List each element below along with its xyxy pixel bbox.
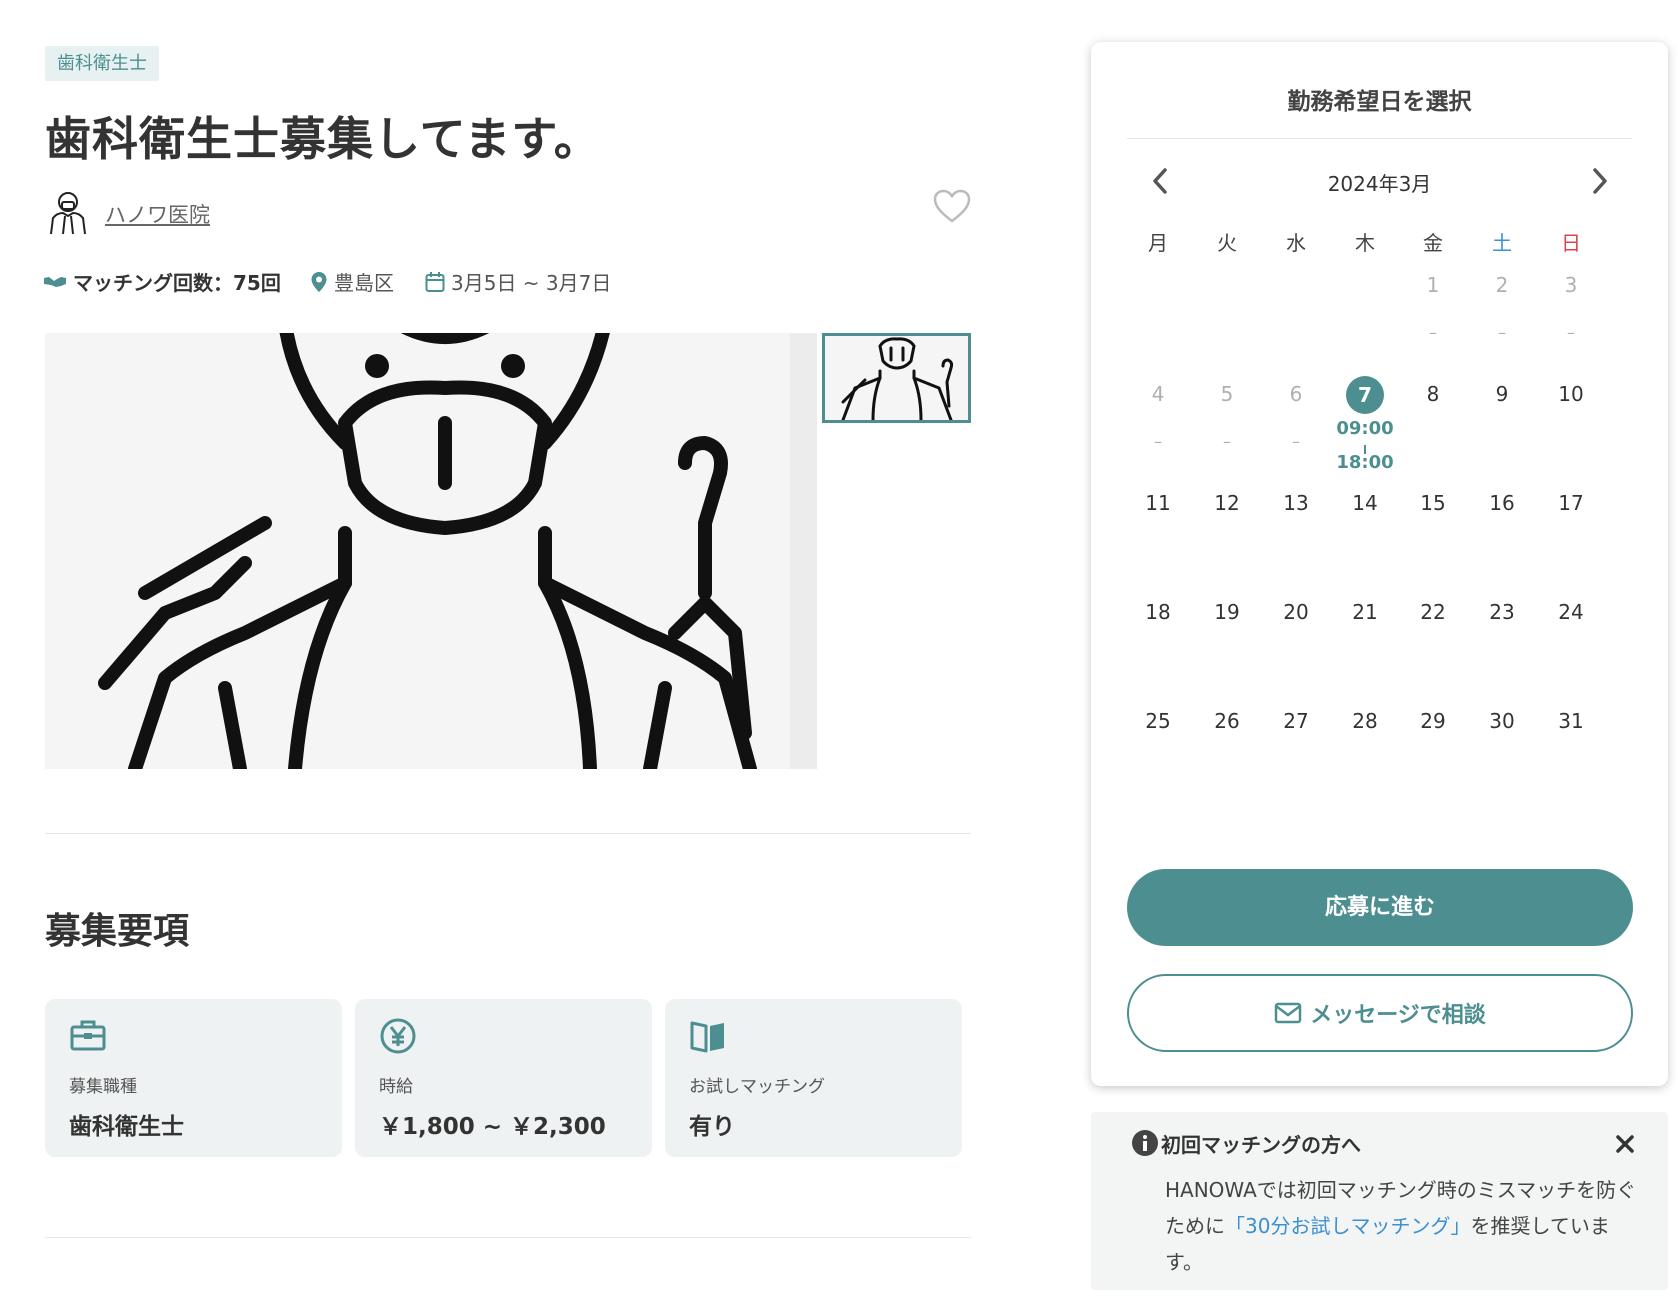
calendar-day[interactable]: 21 [1335,600,1395,624]
calendar-day[interactable]: 17 [1541,491,1601,515]
calendar-day-selected[interactable]: 7 [1346,376,1384,414]
calendar-day[interactable]: 30 [1472,709,1532,733]
apply-button[interactable]: 応募に進む [1127,869,1633,946]
selected-end-time: 18:00 [1336,452,1394,473]
weekday-2: 水 [1286,231,1306,255]
section-divider-bottom [45,1237,971,1238]
close-icon[interactable] [1613,1132,1637,1156]
calendar-icon [425,271,445,292]
card-value: 有り [689,1114,735,1140]
calendar-day[interactable]: 14 [1335,491,1395,515]
dental-hygienist-illustration [45,333,817,769]
location-pin-icon [311,271,327,292]
weekday-6: 日 [1561,231,1581,255]
calendar-day[interactable]: 16 [1472,491,1532,515]
clinic-avatar[interactable] [45,188,91,236]
clinic-name-link[interactable]: ハノワ医院 [105,199,210,229]
work-period: 3月5日 ~ 3月7日 [425,267,611,296]
unavailable-mark: – [1223,432,1231,451]
section-divider [45,833,971,834]
calendar-day[interactable]: 27 [1266,709,1326,733]
matching-count-text: マッチング回数：75回 [73,271,281,295]
calendar-day[interactable]: 25 [1128,709,1188,733]
mail-icon [1274,1002,1302,1024]
panel-divider [1127,138,1632,139]
notice-title: 初回マッチングの方へ [1161,1133,1361,1157]
requirement-card-trial: お試しマッチング 有り [665,999,962,1157]
calendar-day[interactable]: 26 [1197,709,1257,733]
book-icon [689,1017,727,1055]
page-title: 歯科衛生士募集してます。 [45,112,601,166]
location-text: 豊島区 [334,271,394,295]
requirement-card-wage: 時給 ￥1,800 ~ ￥2,300 [355,999,652,1157]
job-category-tag: 歯科衛生士 [45,46,159,81]
handshake-icon [44,276,66,287]
card-value: ￥1,800 ~ ￥2,300 [379,1114,606,1140]
card-label: 時給 [379,1077,413,1097]
calendar-day: 5 [1220,382,1234,406]
weekday-1: 火 [1217,231,1237,255]
calendar-day: 1 [1426,273,1440,297]
calendar-day: 6 [1289,382,1303,406]
thumbnail-illustration [825,336,968,420]
photo-thumbnail[interactable] [822,333,971,423]
weekday-4: 金 [1423,231,1443,255]
calendar-day[interactable]: 9 [1472,382,1532,406]
weekday-0: 月 [1148,231,1168,255]
unavailable-mark: – [1292,432,1300,451]
requirement-card-job-type: 募集職種 歯科衛生士 [45,999,342,1157]
card-label: お試しマッチング [689,1077,825,1097]
next-month-chevron-icon[interactable] [1587,166,1613,196]
message-consult-button[interactable]: メッセージで相談 [1127,974,1633,1052]
info-icon [1131,1129,1159,1157]
calendar-day[interactable]: 23 [1472,600,1532,624]
calendar-day: 2 [1495,273,1509,297]
calendar-day: 3 [1564,273,1578,297]
location: 豊島区 [310,267,394,296]
weekday-5: 土 [1492,231,1512,255]
notice-body: HANOWAでは初回マッチング時のミスマッチを防ぐために「30分お試しマッチング… [1165,1172,1640,1280]
calendar-day[interactable]: 22 [1403,600,1463,624]
briefcase-icon [69,1017,107,1055]
panel-title: 勤務希望日を選択 [1287,89,1472,115]
calendar-day[interactable]: 28 [1335,709,1395,733]
calendar-day[interactable]: 11 [1128,491,1188,515]
main-photo[interactable] [45,333,817,769]
calendar-day[interactable]: 8 [1403,382,1463,406]
calendar-month: 2024年3月 [1327,172,1432,196]
calendar-day[interactable]: 12 [1197,491,1257,515]
calendar-day[interactable]: 20 [1266,600,1326,624]
date-selection-panel: 勤務希望日を選択 2024年3月 月 火 水 木 金 土 日 1 – 2 – 3 – 4 – 5 – 6 – 7 09… [1091,42,1668,1086]
unavailable-mark: – [1154,432,1162,451]
first-matching-notice: 初回マッチングの方へ HANOWAでは初回マッチング時のミスマッチを防ぐために「… [1091,1112,1668,1290]
unavailable-mark: – [1567,323,1575,342]
calendar-day[interactable]: 15 [1403,491,1463,515]
weekday-3: 木 [1355,231,1375,255]
calendar-day[interactable]: 31 [1541,709,1601,733]
calendar-day[interactable]: 24 [1541,600,1601,624]
card-label: 募集職種 [69,1077,137,1097]
trial-matching-link[interactable]: 「30分お試しマッチング」 [1225,1214,1470,1238]
yen-icon [379,1017,417,1055]
favorite-heart-icon[interactable] [932,188,972,224]
selected-start-time: 09:00 [1336,418,1394,439]
card-value: 歯科衛生士 [69,1114,184,1140]
unavailable-mark: – [1498,323,1506,342]
calendar-day[interactable]: 29 [1403,709,1463,733]
calendar-day[interactable]: 13 [1266,491,1326,515]
work-period-text: 3月5日 ~ 3月7日 [451,271,612,295]
message-consult-label: メッセージで相談 [1310,1003,1486,1028]
avatar-illustration [50,192,86,235]
requirements-heading: 募集要項 [45,911,190,952]
matching-count: マッチング回数：75回 [43,267,281,296]
calendar-day[interactable]: 18 [1128,600,1188,624]
calendar-day[interactable]: 19 [1197,600,1257,624]
calendar-day: 4 [1151,382,1165,406]
unavailable-mark: – [1429,323,1437,342]
calendar-day[interactable]: 10 [1541,382,1601,406]
